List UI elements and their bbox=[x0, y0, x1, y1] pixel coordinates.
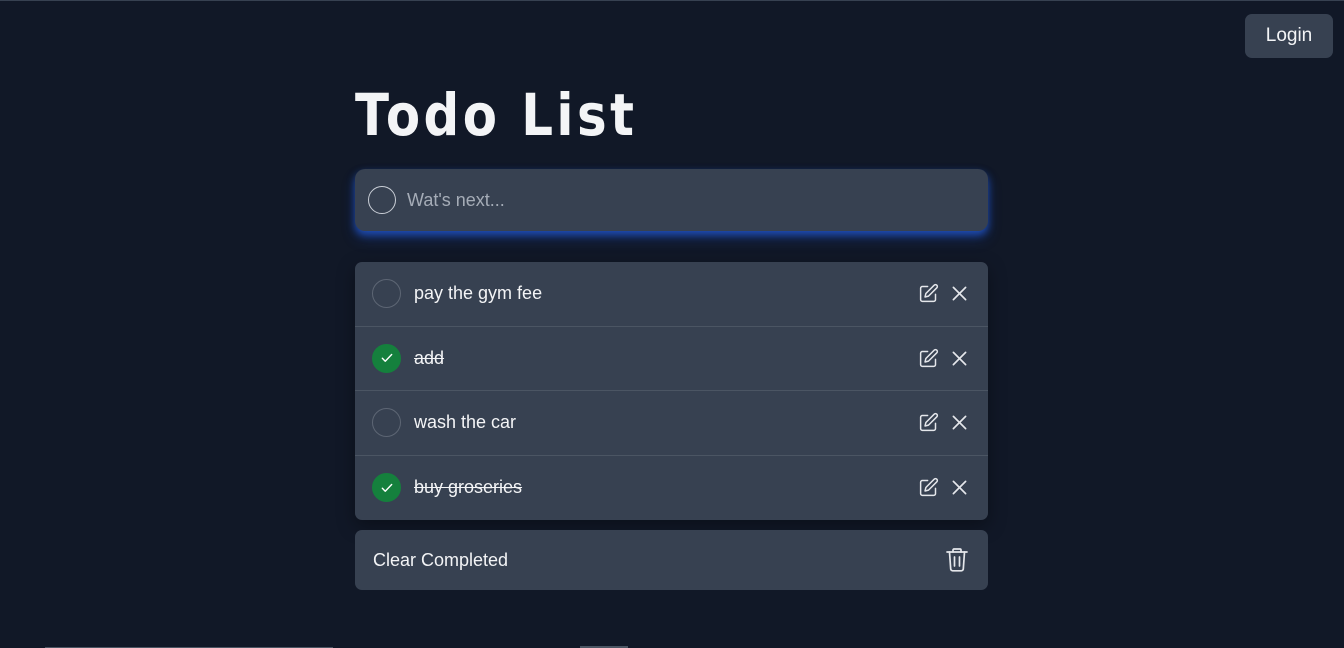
todo-item: buy groseries bbox=[355, 456, 988, 521]
edit-icon[interactable] bbox=[918, 412, 939, 433]
clear-completed-button[interactable]: Clear Completed bbox=[373, 550, 508, 571]
check-icon bbox=[381, 483, 392, 492]
todo-text: pay the gym fee bbox=[414, 283, 543, 304]
todo-checkbox[interactable] bbox=[372, 279, 401, 309]
todo-list: pay the gym fee add wash the car buy gro… bbox=[355, 262, 988, 520]
todo-checkbox[interactable] bbox=[372, 473, 401, 503]
todo-text: buy groseries bbox=[414, 477, 523, 498]
todo-text: wash the car bbox=[414, 412, 517, 433]
new-todo-circle-icon bbox=[368, 186, 396, 214]
check-icon bbox=[381, 354, 392, 363]
trash-icon[interactable] bbox=[945, 547, 969, 573]
todo-checkbox[interactable] bbox=[372, 343, 401, 373]
todo-item: add bbox=[355, 327, 988, 391]
close-icon[interactable] bbox=[949, 283, 970, 304]
edit-icon[interactable] bbox=[918, 348, 939, 369]
edit-icon[interactable] bbox=[918, 477, 939, 498]
todo-item: wash the car bbox=[355, 391, 988, 456]
close-icon[interactable] bbox=[949, 348, 970, 369]
close-icon[interactable] bbox=[949, 412, 970, 433]
close-icon[interactable] bbox=[949, 477, 970, 498]
todo-app: Todo List pay the gym fee add bbox=[355, 1, 988, 590]
new-todo-input[interactable] bbox=[407, 180, 988, 220]
todo-checkbox[interactable] bbox=[372, 408, 401, 438]
edit-icon[interactable] bbox=[918, 283, 939, 304]
login-button[interactable]: Login bbox=[1245, 14, 1333, 58]
new-todo-bar bbox=[355, 169, 988, 231]
todo-text: add bbox=[414, 347, 445, 368]
clear-completed-bar: Clear Completed bbox=[355, 530, 988, 590]
todo-item: pay the gym fee bbox=[355, 262, 988, 327]
page-title: Todo List bbox=[355, 81, 638, 149]
